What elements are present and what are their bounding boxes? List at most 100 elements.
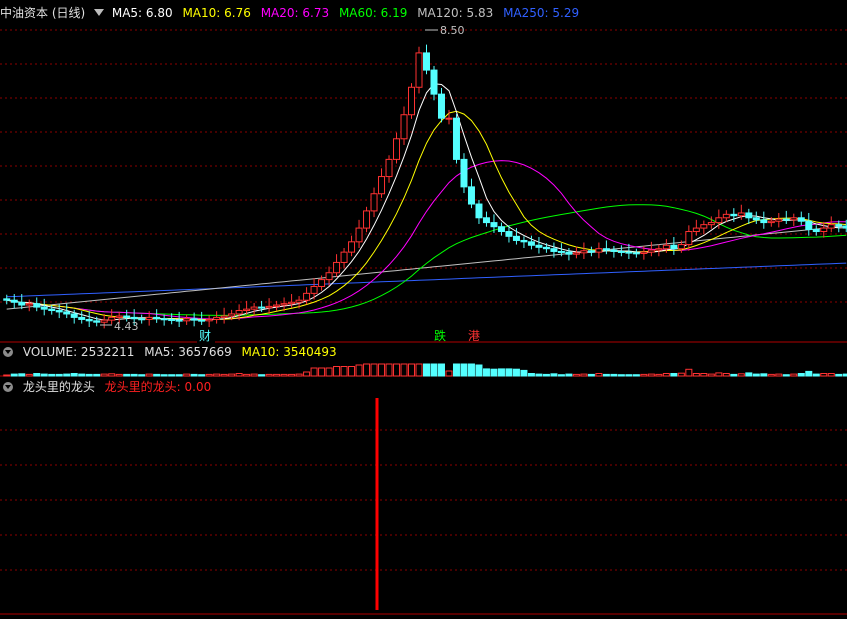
volume-bar-69 — [520, 369, 528, 377]
volume-bar-98 — [737, 373, 745, 377]
dropdown-triangle-icon[interactable] — [94, 9, 105, 16]
candle-body-54 — [408, 86, 416, 116]
volume-bar-4 — [33, 373, 41, 377]
volume-bar-8 — [63, 373, 71, 377]
ma250-label: MA250: 5.29 — [503, 6, 580, 20]
price-header: 中油资本 (日线) MA5: 6.80 MA10: 6.76 MA20: 6.7… — [0, 4, 585, 22]
marker-die: 跌 — [434, 328, 446, 343]
volume-bar-25 — [190, 373, 198, 377]
volume-bar-90 — [677, 372, 685, 377]
volume-bar-39 — [295, 373, 303, 377]
volume-bar-41 — [310, 367, 318, 377]
candle-body-49 — [370, 193, 378, 212]
volume-bar-84 — [632, 374, 640, 377]
volume-bar-62 — [467, 363, 475, 377]
candle-body-63 — [475, 203, 483, 219]
volume-bar-88 — [662, 373, 670, 377]
volume-bar-76 — [572, 373, 580, 377]
volume-bar-50 — [378, 363, 386, 377]
volume-bar-30 — [228, 373, 236, 377]
candle-body-94 — [707, 222, 715, 226]
ma10-line — [6, 110, 847, 320]
volume-bar-99 — [745, 372, 753, 377]
candle-body-37 — [280, 303, 288, 306]
candle-body-10 — [78, 316, 86, 320]
candle-body-26 — [198, 319, 206, 322]
volume-bar-95 — [715, 372, 723, 377]
candle-body-110 — [827, 224, 835, 229]
volume-bar-28 — [213, 373, 221, 377]
volume-bar-11 — [85, 373, 93, 377]
candle-body-24 — [183, 318, 191, 322]
candle-body-9 — [70, 313, 78, 318]
candle-body-19 — [145, 316, 153, 320]
volume-bar-37 — [280, 373, 288, 377]
high-price-label: 8.50 — [440, 24, 465, 37]
volume-bar-108 — [812, 373, 820, 377]
candle-body-85 — [640, 251, 648, 255]
volume-toggle-icon[interactable] — [3, 347, 13, 357]
candle-body-27 — [205, 318, 213, 322]
volume-bar-102 — [767, 373, 775, 377]
volume-bar-112 — [842, 373, 847, 377]
volume-bar-73 — [550, 373, 558, 377]
candle-body-69 — [520, 239, 528, 243]
candle-body-84 — [632, 252, 640, 255]
main-chart: 8.50 4.43 财 跌 港 — [0, 24, 847, 615]
volume-bar-17 — [130, 373, 138, 377]
low-price-label: 4.43 — [114, 320, 139, 333]
candle-body-60 — [452, 117, 460, 160]
candle-body-43 — [325, 272, 333, 281]
volume-bar-97 — [730, 373, 738, 377]
candle-body-66 — [497, 226, 505, 233]
volume-bar-16 — [123, 373, 131, 377]
candle-body-52 — [393, 138, 401, 160]
candle-body-33 — [250, 306, 258, 310]
candle-body-34 — [258, 306, 266, 309]
ma60-label: MA60: 6.19 — [338, 6, 408, 20]
volume-bar-47 — [355, 364, 363, 377]
volume-bar-60 — [452, 363, 460, 377]
volume-bar-46 — [348, 366, 356, 377]
volume-bar-9 — [70, 373, 78, 377]
volume-bar-80 — [602, 373, 610, 377]
candle-body-50 — [378, 176, 386, 195]
candle-body-7 — [55, 310, 63, 313]
candle-body-87 — [655, 248, 663, 251]
volume-bar-49 — [370, 363, 378, 377]
marker-cai: 财 — [199, 329, 211, 343]
volume-bar-87 — [655, 373, 663, 377]
candle-body-21 — [160, 318, 168, 321]
candle-body-1 — [10, 299, 18, 303]
candle-body-101 — [760, 219, 768, 224]
candle-body-15 — [115, 315, 123, 318]
candle-body-95 — [715, 217, 723, 224]
candle-body-108 — [812, 228, 820, 233]
volume-bar-75 — [565, 373, 573, 377]
volume-bar-77 — [580, 373, 588, 377]
indicator-toggle-icon[interactable] — [3, 382, 13, 392]
indicator-title: 龙头里的龙头 — [22, 380, 95, 394]
volume-bar-53 — [400, 363, 408, 377]
volume-bar-36 — [273, 373, 281, 377]
volume-bar-0 — [3, 374, 11, 377]
volume-bar-82 — [617, 374, 625, 377]
volume-bar-7 — [55, 373, 63, 377]
volume-bar-44 — [333, 366, 341, 377]
volume-bar-52 — [393, 363, 401, 377]
volume-bar-5 — [40, 373, 48, 377]
candle-body-75 — [565, 251, 573, 255]
volume-bar-54 — [408, 363, 416, 377]
volume-bar-59 — [445, 370, 453, 377]
volume-bar-85 — [640, 373, 648, 377]
candle-body-73 — [550, 248, 558, 252]
candle-body-79 — [595, 248, 603, 253]
indicator-signal-bar — [375, 398, 379, 610]
volume-ma5-label: MA5: 3657669 — [144, 345, 232, 359]
volume-bar-22 — [168, 374, 176, 377]
volume-bar-24 — [183, 373, 191, 377]
volume-bar-23 — [175, 374, 183, 377]
candle-body-4 — [33, 303, 41, 308]
candle-body-42 — [318, 279, 326, 287]
candle-body-8 — [63, 311, 71, 315]
